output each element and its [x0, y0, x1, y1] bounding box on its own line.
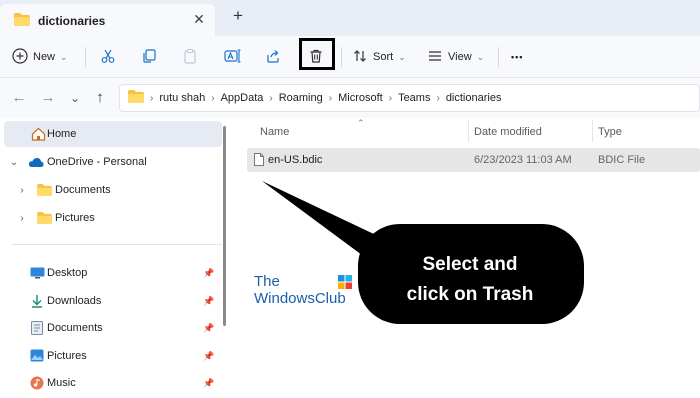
callout-text: Select and click on Trash — [380, 250, 560, 310]
callout-line1: Select and — [422, 254, 518, 275]
callout-line2: click on Trash — [406, 284, 534, 305]
callout-bubble — [262, 181, 584, 324]
